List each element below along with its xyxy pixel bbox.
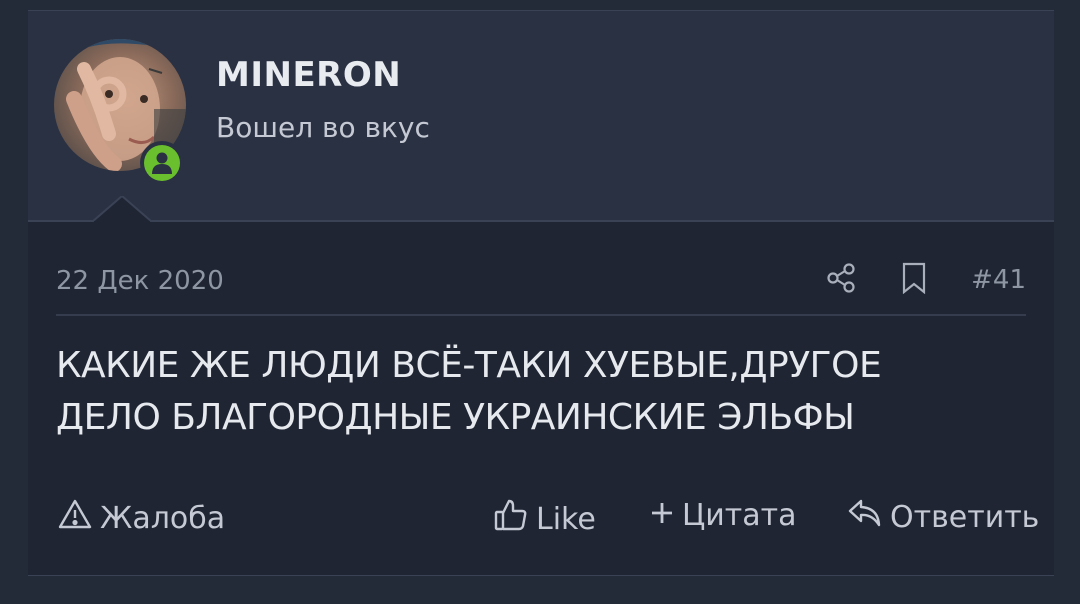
message-footer: Жалоба Like Цитата Ответить (56, 498, 1039, 548)
post-date[interactable]: 22 Дек 2020 (56, 266, 224, 296)
like-button[interactable]: Like (494, 498, 596, 540)
reply-icon (848, 498, 882, 536)
online-status-badge (140, 141, 184, 185)
report-button[interactable]: Жалоба (58, 498, 225, 538)
warning-icon (58, 498, 92, 538)
plus-icon (650, 498, 674, 533)
thumbs-up-icon (494, 498, 528, 540)
reply-button[interactable]: Ответить (848, 498, 1039, 536)
content-line: КАКИЕ ЖЕ ЛЮДИ ВСЁ-ТАКИ ХУЕВЫЕ,ДРУГОЕ (56, 345, 882, 386)
message-content: КАКИЕ ЖЕ ЛЮДИ ВСЁ-ТАКИ ХУЕВЫЕ,ДРУГОЕ ДЕЛ… (56, 340, 1026, 444)
like-label: Like (536, 501, 596, 537)
user-block: MINERON Вошел во вкус (28, 11, 1054, 224)
message-body: 22 Дек 2020 #41 КАКИЕ ЖЕ ЛЮДИ ВСЁ-ТАКИ Х… (28, 222, 1054, 575)
user-title: Вошел во вкус (216, 111, 430, 144)
quote-label: Цитата (682, 498, 797, 533)
quote-button[interactable]: Цитата (650, 498, 797, 533)
content-line: ДЕЛО БЛАГОРОДНЫЕ УКРАИНСКИЕ ЭЛЬФЫ (56, 397, 855, 438)
username[interactable]: MINERON (216, 55, 401, 95)
reply-label: Ответить (890, 499, 1040, 535)
post-card: MINERON Вошел во вкус 22 Дек 2020 #41 КА… (28, 10, 1054, 576)
user-online-icon (144, 145, 180, 181)
message-meta: 22 Дек 2020 #41 (56, 254, 1026, 316)
bookmark-icon[interactable] (901, 262, 927, 298)
report-label: Жалоба (100, 500, 226, 536)
share-icon[interactable] (825, 262, 857, 298)
meta-actions: #41 (825, 262, 1026, 298)
post-number-link[interactable]: #41 (971, 265, 1026, 295)
